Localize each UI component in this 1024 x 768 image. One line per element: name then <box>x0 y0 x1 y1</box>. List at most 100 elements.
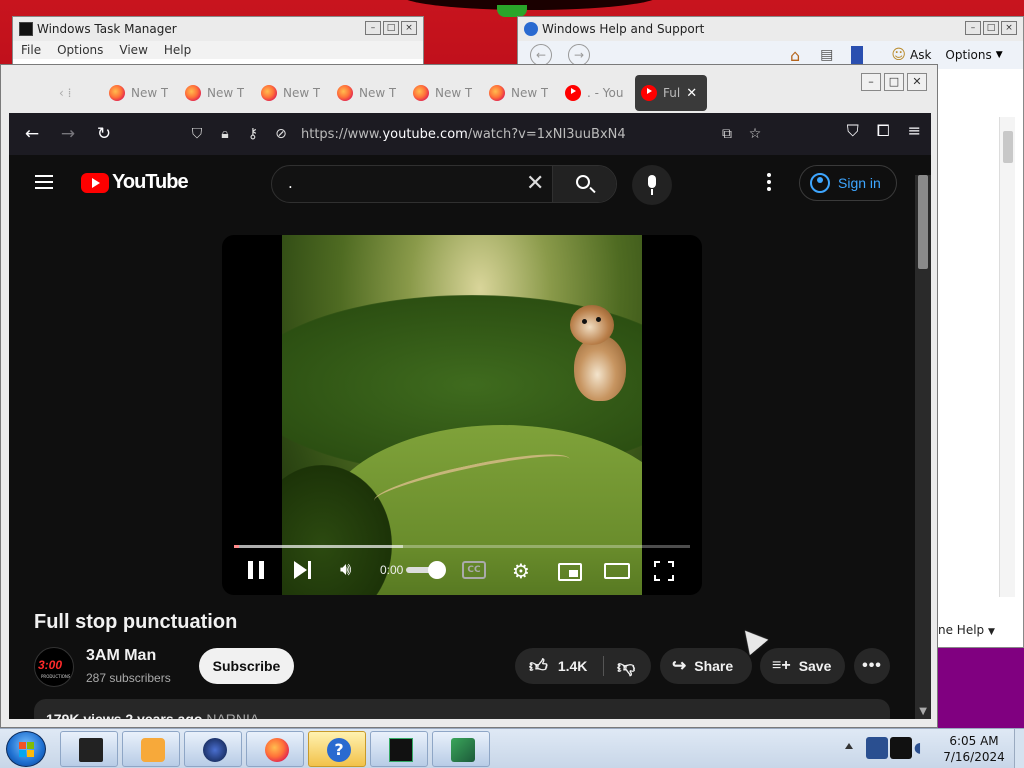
options-label[interactable]: Options <box>945 48 991 62</box>
url-bar[interactable]: ⛉ 🔒︎ ⚷ ⊘ https://www.youtube.com/watch?v… <box>179 118 771 150</box>
page-scrollbar[interactable]: ▼ <box>915 175 931 719</box>
miniplayer-button[interactable] <box>558 563 582 581</box>
tab-new-3[interactable]: New T <box>261 75 320 111</box>
bookmark-star-icon[interactable]: ☆ <box>745 126 765 142</box>
start-button[interactable] <box>6 731 46 767</box>
taskbar-item-task-manager[interactable] <box>370 731 428 767</box>
maximize-button[interactable]: □ <box>983 21 999 35</box>
volume-slider[interactable] <box>406 561 446 579</box>
tab-new-2[interactable]: New T <box>185 75 244 111</box>
browse-help-icon[interactable] <box>851 46 864 64</box>
channel-name[interactable]: 3AM Man <box>86 647 156 665</box>
tab-new-5[interactable]: New T <box>413 75 472 111</box>
video-player[interactable]: 🔊︎ 0:00 CC ⚙ <box>222 235 702 595</box>
menu-view[interactable]: View <box>119 43 147 57</box>
minimize-button[interactable]: – <box>965 21 981 35</box>
sign-in-button[interactable]: Sign in <box>799 165 897 201</box>
clock-date: 7/16/2024 <box>943 750 1005 764</box>
like-thumb-icon[interactable]: 👍︎ <box>529 655 548 677</box>
back-icon[interactable]: ← <box>530 44 552 66</box>
ask-icon[interactable]: ☺ <box>891 47 906 63</box>
forward-arrow-icon[interactable]: → <box>55 121 81 147</box>
youtube-logo[interactable]: YouTube <box>81 171 189 194</box>
menu-hamburger-icon[interactable]: ≡ <box>908 121 921 141</box>
taskbar-item-firefox[interactable] <box>246 731 304 767</box>
extensions-icon[interactable]: ⧠ <box>877 121 890 141</box>
close-tab-icon[interactable]: ✕ <box>686 86 697 101</box>
close-button[interactable]: × <box>401 21 417 35</box>
subscribe-button[interactable]: Subscribe <box>199 648 294 684</box>
print-icon[interactable]: ▤ <box>820 47 833 63</box>
minimize-button[interactable]: – <box>365 21 381 35</box>
home-icon[interactable]: ⌂ <box>790 46 800 65</box>
taskbar-item-help[interactable]: ? <box>308 731 366 767</box>
search-input[interactable]: . <box>288 174 508 192</box>
autoplay-blocked-icon[interactable]: ⊘ <box>271 126 291 142</box>
voice-search-button[interactable] <box>632 165 672 205</box>
settings-gear-icon[interactable]: ⚙ <box>512 561 532 581</box>
lock-icon[interactable]: 🔒︎ <box>215 126 235 142</box>
tray-expand-icon[interactable] <box>845 743 853 749</box>
save-button[interactable]: ≡+ Save <box>760 648 845 684</box>
tab-new-1[interactable]: New T <box>109 75 168 111</box>
taskbar-item-media-player[interactable] <box>122 731 180 767</box>
taskbar-item-explorer[interactable] <box>60 731 118 767</box>
description-box[interactable]: 179K views 2 years ago NARNIA <box>34 699 890 719</box>
tab-list-arrow[interactable]: ‹ ⁞ <box>59 75 71 111</box>
back-arrow-icon[interactable]: ← <box>19 121 45 147</box>
settings-kebab-icon[interactable] <box>767 173 771 193</box>
tab-new-6[interactable]: New T <box>489 75 548 111</box>
shield-icon[interactable]: ⛉ <box>187 126 207 142</box>
picture-in-picture-icon[interactable]: ⧉ <box>717 126 737 142</box>
volume-icon[interactable]: 🔊︎ <box>340 561 362 579</box>
menu-help[interactable]: Help <box>164 43 191 57</box>
show-desktop-button[interactable] <box>1014 729 1024 768</box>
captions-button[interactable]: CC <box>462 561 486 579</box>
like-count[interactable]: 1.4K <box>558 658 588 674</box>
close-button[interactable]: ✕ <box>907 73 927 91</box>
more-actions-button[interactable]: ••• <box>854 648 890 684</box>
tab-active-youtube[interactable]: Ful ✕ <box>635 75 707 111</box>
minimize-button[interactable]: – <box>861 73 881 91</box>
forward-icon[interactable]: → <box>568 44 590 66</box>
close-button[interactable]: × <box>1001 21 1017 35</box>
progress-bar[interactable] <box>234 545 690 548</box>
reload-icon[interactable]: ↻ <box>91 121 117 147</box>
tab-new-4[interactable]: New T <box>337 75 396 111</box>
next-button[interactable] <box>294 561 314 579</box>
chevron-down-icon[interactable]: ▼ <box>996 50 1003 60</box>
theater-mode-button[interactable] <box>604 563 630 579</box>
scroll-down-icon[interactable]: ▼ <box>919 706 927 717</box>
video-frame[interactable] <box>282 235 642 595</box>
maximize-button[interactable]: □ <box>884 73 904 91</box>
guide-menu-icon[interactable] <box>35 175 53 189</box>
help-footer-link[interactable]: ne Help ▼ <box>938 623 995 637</box>
dislike-thumb-icon[interactable]: 👎︎ <box>617 656 635 678</box>
pocket-icon[interactable]: ⛉ <box>847 121 859 141</box>
device-icon[interactable] <box>890 737 912 759</box>
channel-avatar[interactable]: 3:00 PRODUCTIONS <box>34 647 74 687</box>
help-scrollbar[interactable] <box>999 117 1015 597</box>
share-button[interactable]: ↪ Share <box>660 648 752 684</box>
task-manager-titlebar[interactable]: Windows Task Manager – □ × <box>13 17 423 41</box>
ask-label[interactable]: Ask <box>910 48 931 62</box>
taskbar-item-globe[interactable] <box>184 731 242 767</box>
maximize-button[interactable]: □ <box>383 21 399 35</box>
search-button[interactable] <box>552 166 616 202</box>
scrollbar-thumb[interactable] <box>918 175 928 269</box>
system-clock[interactable]: 6:05 AM 7/16/2024 <box>936 733 1012 765</box>
fullscreen-button[interactable] <box>654 561 674 581</box>
permissions-icon[interactable]: ⚷ <box>243 126 263 142</box>
url-text[interactable]: https://www.youtube.com/watch?v=1xNI3uuB… <box>301 127 626 142</box>
menu-file[interactable]: File <box>21 43 41 57</box>
taskbar-item-app[interactable] <box>432 731 490 767</box>
network-icon[interactable] <box>866 737 888 759</box>
volume-tray-icon[interactable]: ◖ <box>914 737 936 759</box>
help-support-titlebar[interactable]: Windows Help and Support – □ × <box>518 17 1023 41</box>
menu-options[interactable]: Options <box>57 43 103 57</box>
clear-search-icon[interactable]: ✕ <box>526 172 544 196</box>
tab-youtube-dot[interactable]: . - You <box>565 75 623 111</box>
firefox-window[interactable]: ‹ ⁞ New T New T New T New T New T New T … <box>0 64 938 728</box>
hashtag[interactable]: NARNIA <box>206 711 259 719</box>
pause-button[interactable] <box>248 561 264 579</box>
